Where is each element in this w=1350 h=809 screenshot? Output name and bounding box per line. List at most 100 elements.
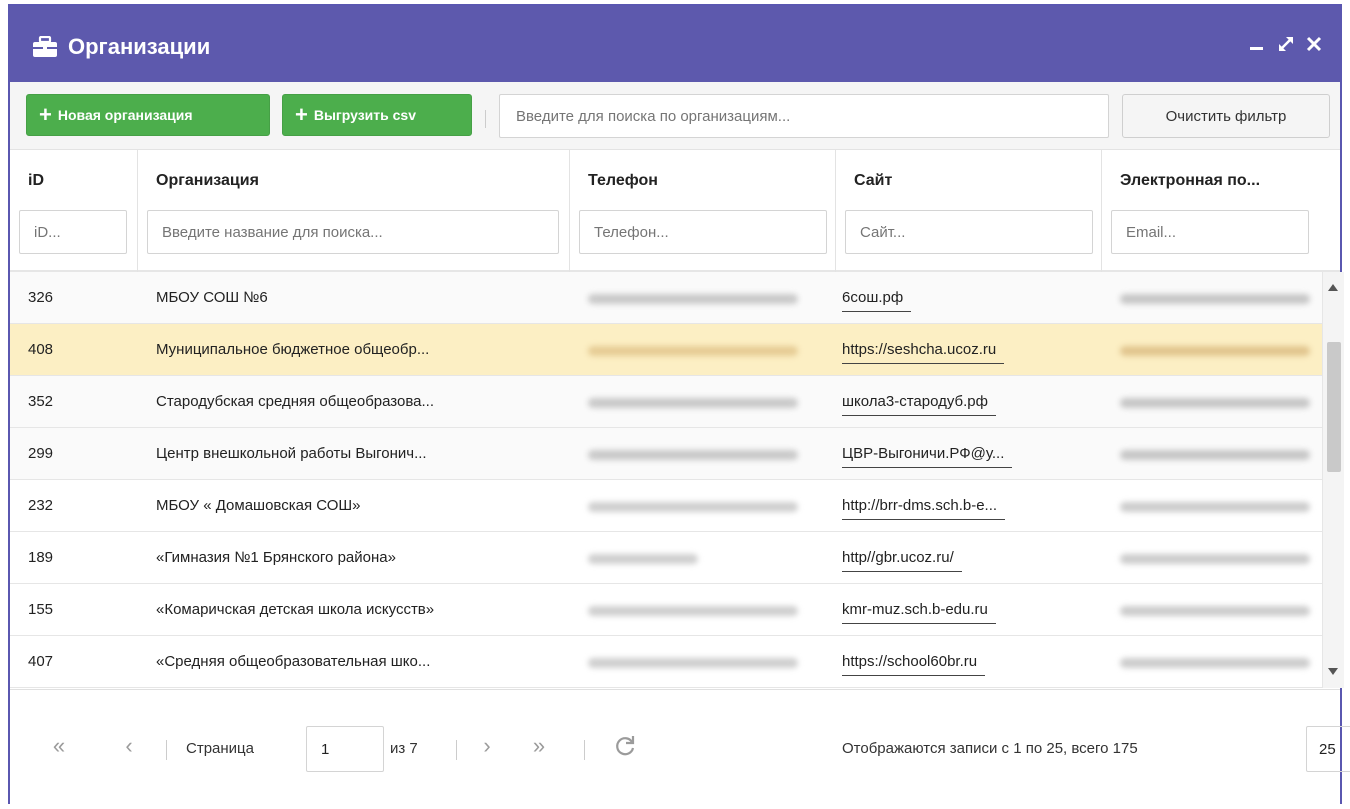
pagination-separator bbox=[166, 740, 167, 760]
row-email-redacted bbox=[1120, 294, 1310, 304]
row-phone-redacted bbox=[588, 606, 798, 616]
maximize-icon[interactable] bbox=[1276, 34, 1296, 54]
table-row[interactable]: 155 «Комаричская детская школа искусств»… bbox=[10, 584, 1322, 636]
row-organization: Стародубская средняя общеобразова... bbox=[156, 393, 434, 410]
plus-icon: + bbox=[295, 102, 308, 127]
row-id: 408 bbox=[28, 341, 54, 358]
table-row[interactable]: 232 МБОУ « Домашовская СОШ» http://brr-d… bbox=[10, 480, 1322, 532]
records-summary: Отображаются записи с 1 по 25, всего 175 bbox=[842, 740, 1138, 757]
page-label: Страница bbox=[186, 740, 254, 757]
row-id: 155 bbox=[28, 601, 54, 618]
row-email-redacted bbox=[1120, 346, 1310, 356]
vertical-scrollbar[interactable] bbox=[1322, 272, 1344, 688]
row-organization: МБОУ « Домашовская СОШ» bbox=[156, 497, 361, 514]
column-header-email[interactable]: Электронная по... bbox=[1102, 150, 1342, 272]
next-page-icon[interactable]: › bbox=[472, 728, 502, 764]
page-number-input[interactable]: 1 bbox=[306, 726, 384, 772]
organization-filter-input[interactable] bbox=[147, 210, 559, 254]
row-site-link[interactable]: kmr-muz.sch.b-edu.ru bbox=[842, 597, 996, 624]
row-site-link[interactable]: http//gbr.ucoz.ru/ bbox=[842, 545, 962, 572]
scroll-down-icon[interactable] bbox=[1328, 668, 1338, 675]
row-phone-redacted bbox=[588, 294, 798, 304]
table-row[interactable]: 407 «Средняя общеобразовательная шко... … bbox=[10, 636, 1322, 688]
last-page-icon[interactable]: » bbox=[524, 728, 554, 764]
row-site-link[interactable]: 6сош.рф bbox=[842, 285, 912, 312]
briefcase-icon bbox=[33, 36, 57, 57]
plus-icon: + bbox=[39, 102, 52, 127]
table-row[interactable]: 189 «Гимназия №1 Брянского района» http/… bbox=[10, 532, 1322, 584]
row-id: 352 bbox=[28, 393, 54, 410]
row-email-redacted bbox=[1120, 554, 1310, 564]
column-header-site[interactable]: Сайт bbox=[836, 150, 1102, 272]
table-row-selected[interactable]: 408 Муниципальное бюджетное общеобр... h… bbox=[10, 324, 1322, 376]
column-header-organization[interactable]: Организация bbox=[138, 150, 570, 272]
row-id: 232 bbox=[28, 497, 54, 514]
site-filter-input[interactable] bbox=[845, 210, 1093, 254]
row-email-redacted bbox=[1120, 502, 1310, 512]
scroll-up-icon[interactable] bbox=[1328, 284, 1338, 291]
prev-page-icon[interactable]: ‹ bbox=[114, 728, 144, 764]
row-email-redacted bbox=[1120, 450, 1310, 460]
first-page-icon[interactable]: « bbox=[44, 728, 74, 764]
pagination-bar: « ‹ Страница 1 из 7 › » Отображаются зап… bbox=[10, 689, 1350, 809]
row-email-redacted bbox=[1120, 398, 1310, 408]
toolbar: + Новая организация + Выгрузить csv Очис… bbox=[10, 82, 1340, 150]
table-row[interactable]: 299 Центр внешкольной работы Выгонич... … bbox=[10, 428, 1322, 480]
row-site-link[interactable]: ЦВР-Выгоничи.РФ@у... bbox=[842, 441, 1013, 468]
organization-search-input[interactable] bbox=[499, 94, 1109, 138]
table-row[interactable]: 326 МБОУ СОШ №6 6сош.рф bbox=[10, 272, 1322, 324]
new-organization-label: Новая организация bbox=[57, 107, 193, 123]
column-title: Сайт bbox=[854, 172, 893, 189]
row-id: 299 bbox=[28, 445, 54, 462]
export-csv-button[interactable]: + Выгрузить csv bbox=[282, 94, 472, 136]
table-body: 326 МБОУ СОШ №6 6сош.рф 408 Муниципально… bbox=[10, 272, 1322, 688]
row-site-link[interactable]: http://brr-dms.sch.b-e... bbox=[842, 493, 1006, 520]
row-phone-redacted bbox=[588, 398, 798, 408]
close-icon[interactable] bbox=[1304, 34, 1324, 54]
organizations-window: Организации + Новая организация + Выгруз… bbox=[8, 4, 1350, 809]
id-filter-input[interactable] bbox=[19, 210, 127, 254]
row-organization: «Гимназия №1 Брянского района» bbox=[156, 549, 396, 566]
page-size-select[interactable]: 25 bbox=[1306, 726, 1350, 772]
row-organization: Муниципальное бюджетное общеобр... bbox=[156, 341, 430, 358]
new-organization-button[interactable]: + Новая организация bbox=[26, 94, 270, 136]
row-phone-redacted bbox=[588, 502, 798, 512]
row-phone-redacted bbox=[588, 450, 798, 460]
phone-filter-input[interactable] bbox=[579, 210, 827, 254]
row-site-link[interactable]: https://seshcha.ucoz.ru bbox=[842, 337, 1005, 364]
window-title-text: Организации bbox=[68, 34, 211, 59]
row-phone-redacted bbox=[588, 346, 798, 356]
export-csv-label: Выгрузить csv bbox=[313, 107, 417, 123]
row-id: 189 bbox=[28, 549, 54, 566]
row-organization: «Средняя общеобразовательная шко... bbox=[156, 653, 431, 670]
row-phone-redacted bbox=[588, 658, 798, 668]
window-title: Организации bbox=[32, 34, 210, 60]
row-id: 326 bbox=[28, 289, 54, 306]
column-header-id[interactable]: iD bbox=[10, 150, 138, 272]
table-header: iD Организация Телефон Сайт Электронная … bbox=[10, 150, 1340, 272]
column-header-phone[interactable]: Телефон bbox=[570, 150, 836, 272]
row-organization: МБОУ СОШ №6 bbox=[156, 289, 268, 306]
pagination-separator bbox=[584, 740, 585, 760]
column-title: iD bbox=[28, 172, 44, 189]
row-email-redacted bbox=[1120, 658, 1310, 668]
row-site-link[interactable]: школа3-стародуб.рф bbox=[842, 389, 996, 416]
column-title: Организация bbox=[156, 172, 259, 189]
toolbar-separator bbox=[485, 110, 486, 128]
refresh-icon[interactable] bbox=[610, 728, 640, 764]
clear-filter-button[interactable]: Очистить фильтр bbox=[1122, 94, 1330, 138]
window-titlebar: Организации bbox=[10, 6, 1340, 82]
email-filter-input[interactable] bbox=[1111, 210, 1309, 254]
column-title: Телефон bbox=[588, 172, 658, 189]
row-phone-redacted bbox=[588, 554, 698, 564]
row-id: 407 bbox=[28, 653, 54, 670]
minimize-icon[interactable] bbox=[1248, 34, 1268, 54]
table-row[interactable]: 352 Стародубская средняя общеобразова...… bbox=[10, 376, 1322, 428]
column-title: Электронная по... bbox=[1120, 172, 1261, 189]
row-site-link[interactable]: https://school60br.ru bbox=[842, 649, 986, 676]
row-email-redacted bbox=[1120, 606, 1310, 616]
pagination-separator bbox=[456, 740, 457, 760]
row-organization: «Комаричская детская школа искусств» bbox=[156, 601, 435, 618]
scrollbar-thumb[interactable] bbox=[1327, 342, 1341, 472]
row-organization: Центр внешкольной работы Выгонич... bbox=[156, 445, 427, 462]
